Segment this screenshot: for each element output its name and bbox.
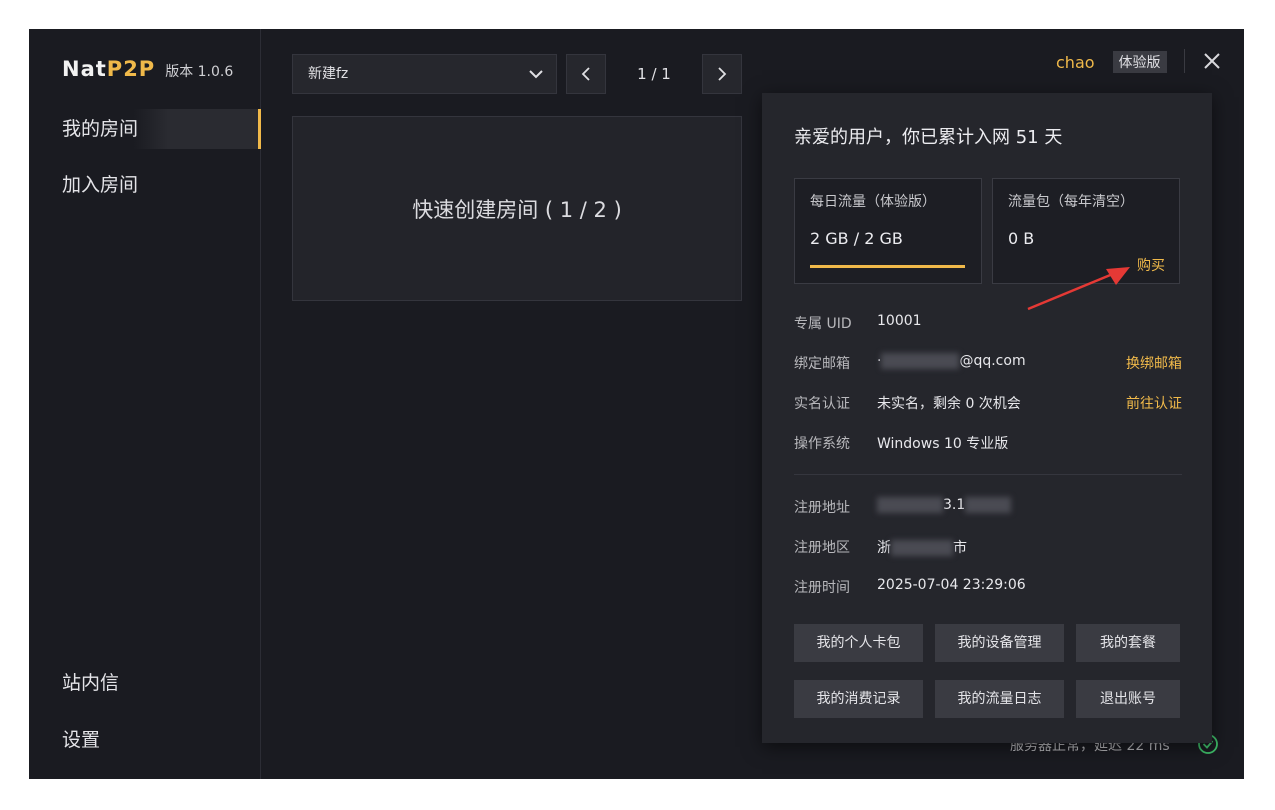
close-icon[interactable] (1202, 51, 1222, 71)
prev-page-button[interactable] (566, 54, 606, 94)
app-window: Nat P2P 版本 1.0.6 我的房间 加入房间 站内信 设置 新建fz 1… (29, 29, 1244, 779)
chevron-right-icon (718, 67, 727, 81)
sidebar-item-label: 我的房间 (62, 118, 139, 140)
sidebar: Nat P2P 版本 1.0.6 我的房间 加入房间 站内信 设置 (29, 29, 261, 779)
traffic-package-label: 流量包（每年清空） (1008, 194, 1134, 210)
card-wallet-button[interactable]: 我的个人卡包 (794, 624, 923, 662)
sidebar-item-join-room[interactable]: 加入房间 (29, 165, 261, 205)
os-value: Windows 10 专业版 (877, 436, 1009, 452)
reg-address-value: 3.1 (877, 497, 1012, 513)
email-suffix: @qq.com (959, 353, 1026, 369)
uid-value: 10001 (877, 313, 922, 329)
header-divider (1184, 49, 1185, 73)
daily-traffic-value: 2 GB / 2 GB (810, 229, 903, 248)
sidebar-item-my-rooms[interactable]: 我的房间 (29, 109, 261, 149)
verify-link[interactable]: 前往认证 (1126, 393, 1182, 413)
uid-row: 专属 UID 10001 (794, 313, 1182, 333)
brand-p2p: P2P (106, 57, 156, 81)
redacted-mask (965, 497, 1012, 513)
os-row: 操作系统 Windows 10 专业版 (794, 433, 1182, 453)
sidebar-item-messages[interactable]: 站内信 (29, 663, 261, 703)
email-value: · @qq.com (877, 353, 1026, 369)
uid-key: 专属 UID (794, 316, 852, 332)
spending-records-button[interactable]: 我的消费记录 (794, 680, 923, 718)
device-management-button[interactable]: 我的设备管理 (935, 624, 1064, 662)
reg-address-suffix: 3.1 (943, 497, 966, 513)
chevron-left-icon (581, 67, 590, 81)
realname-row: 实名认证 未实名，剩余 0 次机会 前往认证 (794, 393, 1182, 413)
user-area[interactable]: chao 体验版 (1056, 51, 1167, 73)
reg-region-key: 注册地区 (794, 540, 850, 556)
redacted-mask (881, 353, 960, 369)
email-row: 绑定邮箱 · @qq.com 换绑邮箱 (794, 353, 1182, 373)
arrow-annotation-icon (1027, 267, 1130, 311)
sidebar-item-label: 设置 (62, 729, 101, 751)
daily-traffic-label: 每日流量（体验版） (810, 194, 936, 210)
reg-time-value: 2025-07-04 23:29:06 (877, 577, 1026, 593)
email-key: 绑定邮箱 (794, 356, 850, 372)
room-select-value: 新建fz (308, 66, 349, 82)
next-page-button[interactable] (702, 54, 742, 94)
reg-address-row: 注册地址 3.1 (794, 497, 1182, 517)
divider (794, 474, 1182, 475)
page-indicator: 1 / 1 (637, 65, 671, 83)
daily-traffic-box: 每日流量（体验版） 2 GB / 2 GB (794, 178, 982, 284)
redacted-mask (891, 540, 953, 556)
change-email-link[interactable]: 换绑邮箱 (1126, 353, 1182, 373)
my-plan-button[interactable]: 我的套餐 (1076, 624, 1180, 662)
reg-region-prefix: 浙 (877, 540, 891, 556)
quick-create-label: 快速创建房间 ( 1 / 2 ) (412, 197, 622, 222)
app-logo: Nat P2P 版本 1.0.6 (62, 57, 233, 81)
traffic-log-button[interactable]: 我的流量日志 (935, 680, 1064, 718)
sidebar-item-settings[interactable]: 设置 (29, 720, 261, 760)
brand-nat: Nat (62, 57, 107, 81)
reg-region-value: 浙市 (877, 537, 967, 557)
reg-time-row: 注册时间 2025-07-04 23:29:06 (794, 577, 1182, 597)
realname-value: 未实名，剩余 0 次机会 (877, 396, 1021, 412)
reg-address-key: 注册地址 (794, 500, 850, 516)
redacted-mask (877, 497, 943, 513)
chevron-down-icon (529, 70, 543, 79)
sidebar-item-label: 站内信 (62, 672, 120, 694)
buy-link[interactable]: 购买 (1137, 255, 1165, 275)
reg-time-key: 注册时间 (794, 580, 850, 596)
username[interactable]: chao (1056, 53, 1095, 72)
reg-region-suffix: 市 (953, 540, 967, 556)
os-key: 操作系统 (794, 436, 850, 452)
reg-region-row: 注册地区 浙市 (794, 537, 1182, 557)
realname-key: 实名认证 (794, 396, 850, 412)
quick-create-room-card[interactable]: 快速创建房间 ( 1 / 2 ) (292, 116, 742, 301)
traffic-package-value: 0 B (1008, 229, 1035, 248)
user-info-panel: 亲爱的用户，你已累计入网 51 天 每日流量（体验版） 2 GB / 2 GB … (762, 93, 1212, 743)
greeting: 亲爱的用户，你已累计入网 51 天 (794, 127, 1063, 148)
version-label: 版本 1.0.6 (165, 64, 234, 80)
logout-button[interactable]: 退出账号 (1076, 680, 1180, 718)
daily-traffic-bar (810, 265, 965, 268)
sidebar-item-label: 加入房间 (62, 174, 139, 196)
room-select[interactable]: 新建fz (292, 54, 557, 94)
plan-badge: 体验版 (1112, 51, 1167, 73)
